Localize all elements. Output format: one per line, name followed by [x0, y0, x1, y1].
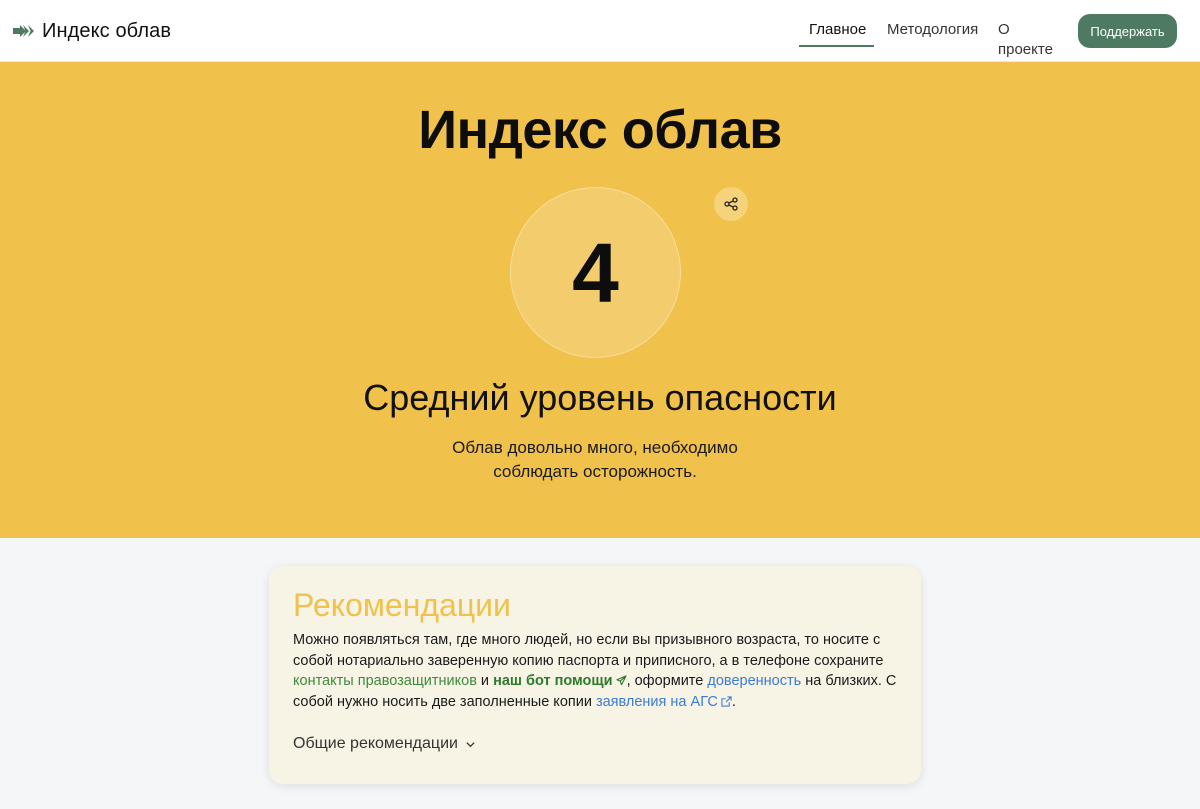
- ags-application-link[interactable]: заявления на АГС: [596, 694, 732, 710]
- share-icon: [724, 197, 738, 211]
- recommendations-text-part: Можно появляться там, где много людей, н…: [293, 632, 884, 669]
- nav-item-main[interactable]: Главное: [809, 20, 866, 40]
- double-arrow-icon: [13, 25, 34, 37]
- chevron-down-icon: [466, 741, 475, 747]
- top-navigation-bar: Индекс облав Главное Методология О проек…: [0, 0, 1200, 62]
- hero-section: Индекс облав 4 Средний уровень опасности…: [0, 62, 1200, 538]
- index-circle: 4: [510, 187, 681, 358]
- share-button[interactable]: [714, 187, 748, 221]
- general-recommendations-label: Общие рекомендации: [293, 735, 458, 752]
- help-bot-link-label: наш бот помощи: [493, 673, 613, 689]
- nav-item-methodology[interactable]: Методология: [887, 20, 978, 40]
- help-bot-link[interactable]: наш бот помощи: [493, 673, 627, 689]
- recommendations-text-part: , оформите: [626, 673, 708, 689]
- brand-name: Индекс облав: [42, 19, 172, 42]
- brand-logo-link[interactable]: Индекс облав: [12, 18, 171, 44]
- active-nav-indicator: [799, 45, 874, 47]
- ags-application-link-label: заявления на АГС: [595, 693, 718, 710]
- power-of-attorney-link[interactable]: доверенность: [707, 673, 801, 689]
- recommendations-title: Рекомендации: [293, 587, 511, 623]
- general-recommendations-toggle[interactable]: Общие рекомендации: [293, 734, 476, 754]
- support-button[interactable]: Поддержать: [1078, 14, 1177, 48]
- lawyers-contacts-link[interactable]: контакты правозащитников: [293, 673, 477, 689]
- recommendations-text-part: .: [731, 693, 736, 710]
- nav-item-about[interactable]: О проекте: [998, 20, 1053, 60]
- danger-level-description: Облав довольно много, необходимо соблюда…: [452, 438, 738, 481]
- recommendations-card: Рекомендации Можно появляться там, где м…: [269, 566, 921, 784]
- recommendations-text-part: и: [476, 673, 494, 689]
- index-value: 4: [572, 225, 619, 320]
- telegram-icon: [615, 675, 627, 686]
- recommendations-text: Можно появляться там, где много людей, н…: [293, 630, 903, 712]
- danger-level-title: Средний уровень опасности: [363, 377, 837, 418]
- external-link-icon: [721, 695, 732, 707]
- page-title: Индекс облав: [418, 100, 782, 160]
